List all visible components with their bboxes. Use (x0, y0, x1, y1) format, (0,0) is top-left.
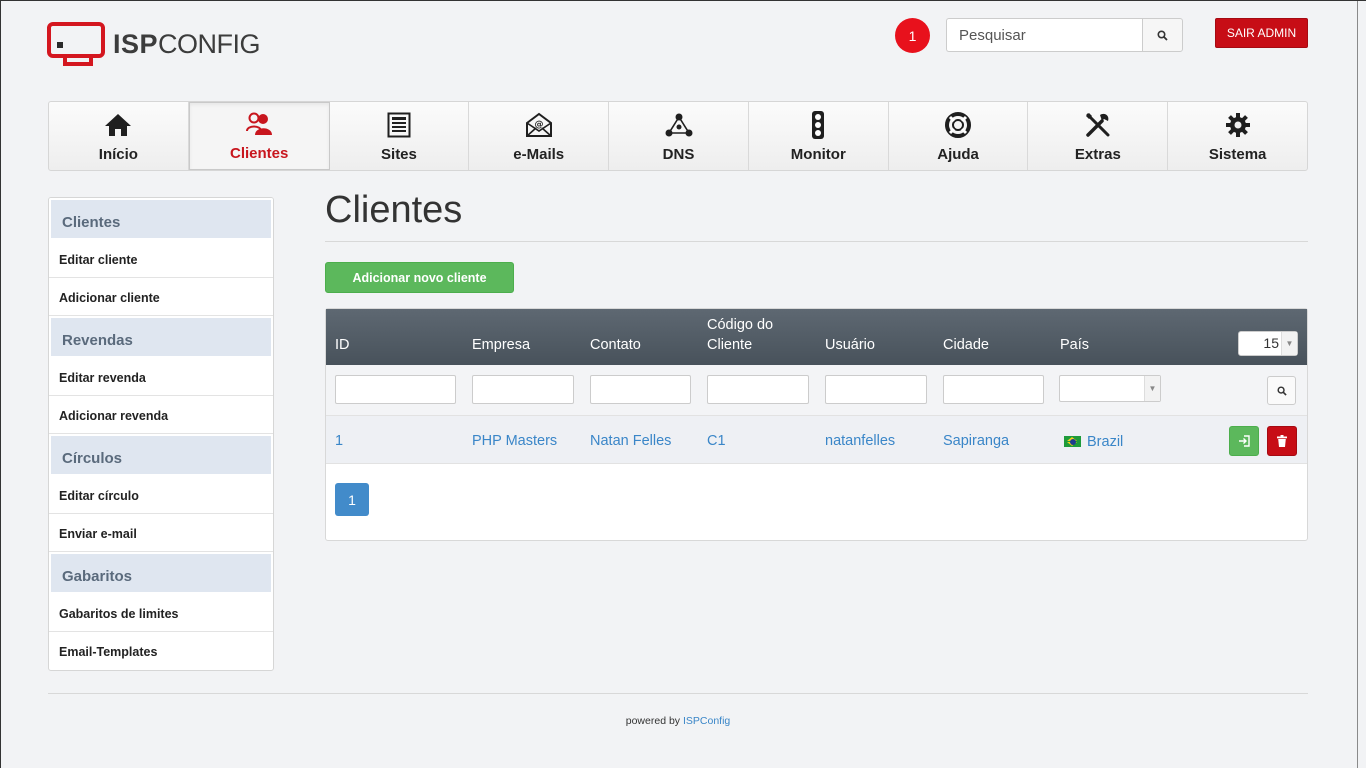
tab-label: Clientes (229, 145, 289, 162)
trash-icon (1277, 435, 1287, 447)
sidebar-section-gabaritos: Gabaritos (49, 552, 273, 594)
tab-dns[interactable]: DNS (609, 102, 749, 170)
column-header-pais[interactable]: País (1060, 335, 1089, 355)
search-button[interactable] (1142, 18, 1183, 52)
add-client-button[interactable]: Adicionar novo cliente (325, 262, 514, 293)
chevron-down-icon: ▼ (1144, 376, 1160, 401)
logo-monitor-icon (47, 22, 105, 66)
country-name: Brazil (1087, 434, 1124, 450)
page-size-select[interactable]: 15 ▼ (1238, 331, 1298, 356)
filter-codigo-input[interactable] (707, 375, 809, 404)
sidebar-section-revendas: Revendas (49, 316, 273, 358)
filter-row: ▼ (326, 365, 1307, 416)
tab-label: Início (98, 146, 138, 163)
column-header-codigo[interactable]: Código do Cliente (707, 315, 787, 355)
page-title: Clientes (325, 189, 463, 231)
footer-prefix: powered by (625, 715, 681, 727)
website-icon (387, 110, 411, 140)
sidebar-item-email-templates[interactable]: Email-Templates (49, 632, 273, 670)
chevron-down-icon: ▼ (1281, 332, 1297, 355)
tab-label: Ajuda (937, 146, 979, 163)
filter-search-button[interactable] (1267, 376, 1296, 405)
svg-text:@: @ (534, 120, 543, 130)
login-as-client-button[interactable] (1229, 426, 1259, 456)
filter-contato-input[interactable] (590, 375, 691, 404)
footer-divider (48, 693, 1308, 694)
dns-nodes-icon (665, 110, 693, 140)
tab-label: Extras (1074, 146, 1121, 163)
footer: powered by ISPConfig (1, 715, 1355, 727)
envelope-icon: @ (525, 110, 553, 140)
column-header-contato[interactable]: Contato (590, 335, 641, 355)
sidebar-section-circulos: Círculos (49, 434, 273, 476)
clients-table: ID Empresa Contato Código do Cliente Usu… (325, 308, 1308, 541)
cell-pais[interactable]: Brazil (1064, 434, 1123, 450)
home-icon (104, 110, 132, 140)
cell-cidade[interactable]: Sapiranga (943, 433, 1009, 449)
gear-icon (1224, 110, 1252, 140)
search-input[interactable] (946, 18, 1143, 52)
cell-id[interactable]: 1 (335, 433, 343, 449)
users-icon (245, 109, 273, 139)
search-icon (1276, 385, 1287, 396)
sidebar-section-clientes: Clientes (49, 198, 273, 240)
tab-clientes[interactable]: Clientes (188, 102, 330, 170)
footer-link-ispconfig[interactable]: ISPConfig (683, 715, 730, 727)
tab-label: DNS (662, 146, 695, 163)
cell-contato[interactable]: Natan Felles (590, 433, 671, 449)
sidebar-item-enviar-email[interactable]: Enviar e-mail (49, 514, 273, 552)
notification-badge[interactable]: 1 (895, 18, 930, 53)
ispconfig-logo[interactable]: ISPCONFIG (47, 21, 261, 67)
tab-inicio[interactable]: Início (49, 102, 189, 170)
pagination-page-1[interactable]: 1 (335, 483, 369, 516)
sidebar-item-editar-revenda[interactable]: Editar revenda (49, 358, 273, 396)
filter-usuario-input[interactable] (825, 375, 927, 404)
title-divider (325, 241, 1308, 242)
tab-emails[interactable]: @ e-Mails (469, 102, 610, 170)
tab-ajuda[interactable]: Ajuda (889, 102, 1029, 170)
sidebar-item-editar-circulo[interactable]: Editar círculo (49, 476, 273, 514)
tab-label: Sites (381, 146, 417, 163)
page-size-value: 15 (1263, 335, 1279, 351)
sidebar: Clientes Editar cliente Adicionar client… (48, 197, 274, 671)
tab-sistema[interactable]: Sistema (1168, 102, 1307, 170)
search-icon (1157, 29, 1168, 41)
column-header-empresa[interactable]: Empresa (472, 335, 530, 355)
filter-cidade-input[interactable] (943, 375, 1044, 404)
tab-label: Monitor (790, 146, 846, 163)
tools-icon (1084, 110, 1112, 140)
login-icon (1239, 435, 1250, 447)
brazil-flag-icon (1064, 436, 1081, 447)
tab-label: Sistema (1208, 146, 1267, 163)
column-header-cidade[interactable]: Cidade (943, 335, 989, 355)
tab-extras[interactable]: Extras (1028, 102, 1169, 170)
cell-codigo[interactable]: C1 (707, 433, 726, 449)
column-header-usuario[interactable]: Usuário (825, 335, 875, 355)
main-nav: Início Clientes Sites @ e-Mails DNS Moni… (48, 101, 1308, 171)
scrollbar-edge (1357, 1, 1358, 768)
table-header: ID Empresa Contato Código do Cliente Usu… (326, 309, 1307, 365)
tab-sites[interactable]: Sites (330, 102, 470, 170)
cell-empresa[interactable]: PHP Masters (472, 433, 557, 449)
traffic-light-icon (810, 110, 826, 140)
lifebuoy-icon (944, 110, 972, 140)
logo-text: ISPCONFIG (113, 28, 261, 59)
filter-empresa-input[interactable] (472, 375, 574, 404)
delete-client-button[interactable] (1267, 426, 1297, 456)
logout-button[interactable]: SAIR ADMIN (1215, 18, 1308, 48)
column-header-id[interactable]: ID (335, 335, 350, 355)
sidebar-item-adicionar-revenda[interactable]: Adicionar revenda (49, 396, 273, 434)
sidebar-item-adicionar-cliente[interactable]: Adicionar cliente (49, 278, 273, 316)
tab-monitor[interactable]: Monitor (749, 102, 889, 170)
sidebar-item-editar-cliente[interactable]: Editar cliente (49, 240, 273, 278)
filter-pais-select[interactable]: ▼ (1059, 375, 1161, 402)
sidebar-item-gabaritos-de-limites[interactable]: Gabaritos de limites (49, 594, 273, 632)
tab-label: e-Mails (513, 146, 565, 163)
table-row: 1 PHP Masters Natan Felles C1 natanfelle… (326, 416, 1307, 464)
filter-id-input[interactable] (335, 375, 456, 404)
cell-usuario[interactable]: natanfelles (825, 433, 895, 449)
